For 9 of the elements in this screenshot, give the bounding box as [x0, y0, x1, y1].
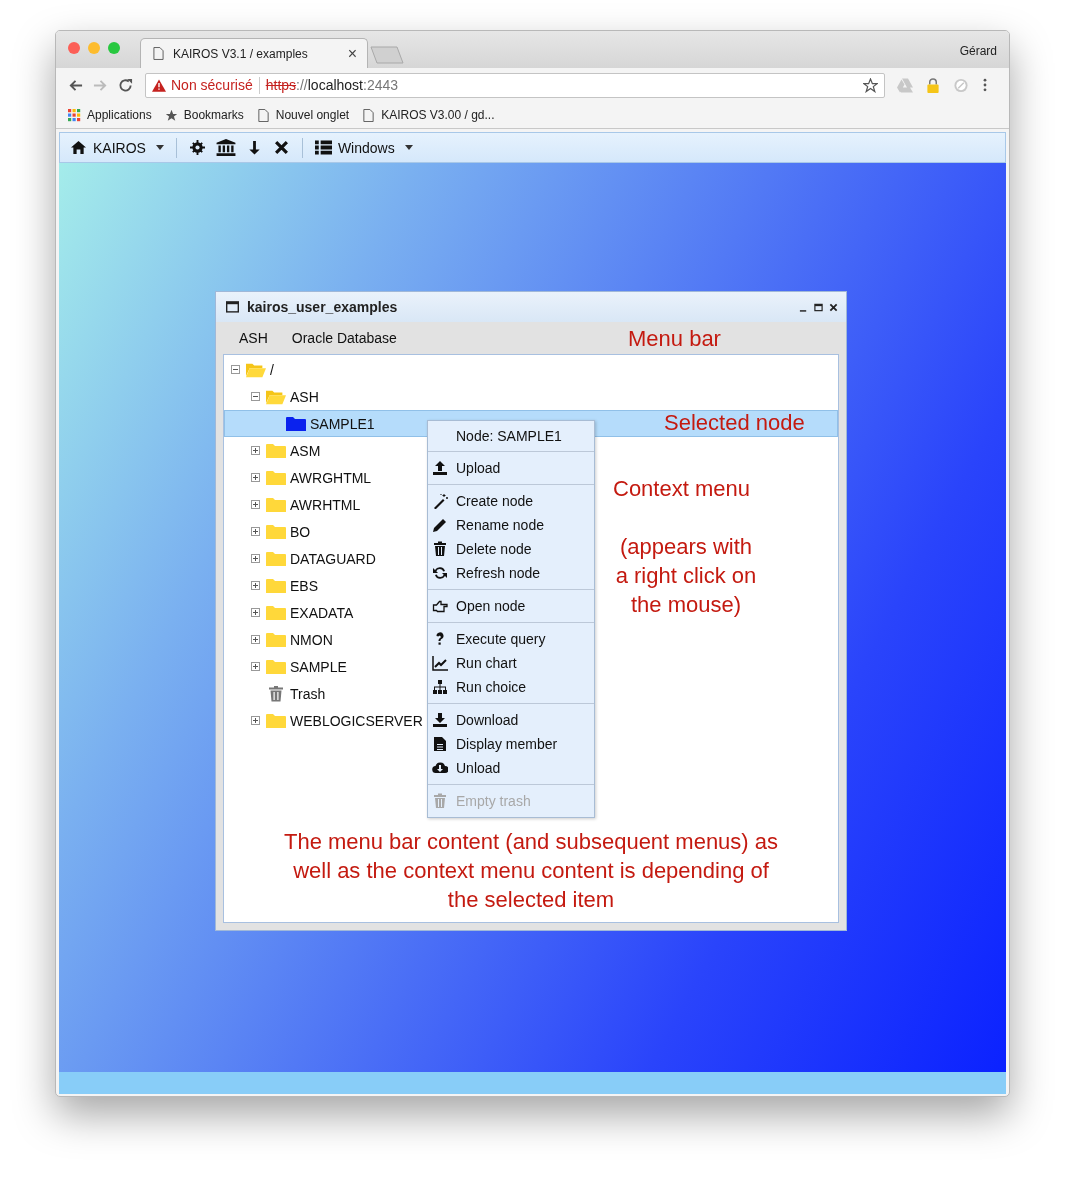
annotation-text: (appears with a right click on the mouse) — [614, 533, 758, 619]
context-menu-header: Node: SAMPLE1 — [428, 421, 594, 452]
annotation-text: Menu bar — [628, 325, 721, 353]
annotation-text: The menu bar content (and subsequent menus) as well as the context menu content is depending of the selected item — [282, 828, 780, 914]
tab-title: KAIROS V3.1 / examples — [173, 46, 309, 61]
window-title: kairos_user_examples — [247, 299, 399, 315]
url-text: https://localhost:2443 — [265, 77, 400, 93]
annotation-text: Context menu — [613, 475, 750, 503]
annotation-text: Selected node — [664, 409, 805, 437]
